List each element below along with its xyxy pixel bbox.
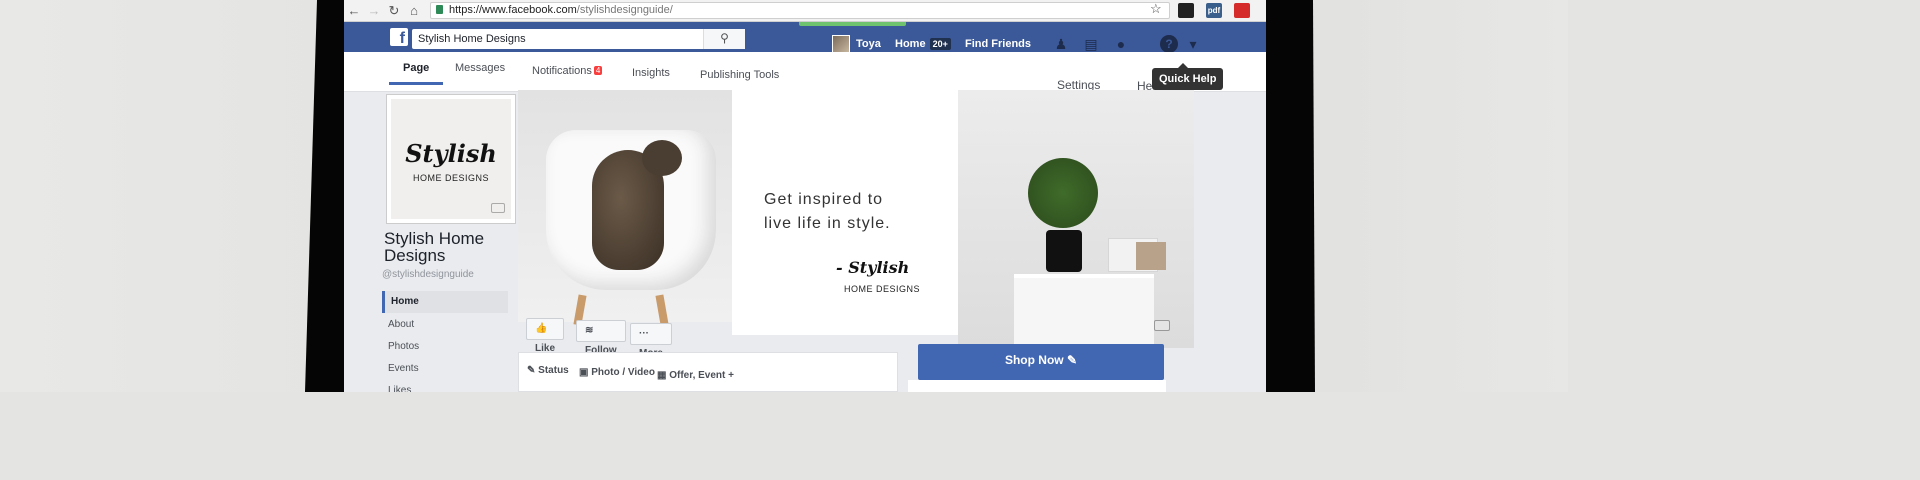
side-table-shape bbox=[1014, 274, 1154, 344]
offer-event-label: Offer, Event + bbox=[669, 370, 734, 381]
red-extension-icon[interactable] bbox=[1234, 3, 1250, 18]
tab-publishing-tools[interactable]: Publishing Tools bbox=[700, 69, 779, 81]
search-input[interactable]: Stylish Home Designs ⚲ bbox=[412, 29, 745, 49]
page-handle[interactable]: @stylishdesignguide bbox=[382, 269, 474, 280]
left-column: Stylish HOME DESIGNS Stylish Home Design… bbox=[374, 92, 516, 392]
bonsai-shape bbox=[1028, 158, 1098, 228]
home-icon[interactable]: ⌂ bbox=[404, 3, 424, 18]
avatar[interactable] bbox=[832, 35, 850, 53]
offer-event-tab[interactable]: ▦ Offer, Event + bbox=[657, 370, 734, 381]
page-tabs: Page Messages Notifications 4 Insights Pu… bbox=[344, 52, 1266, 93]
wall-background-right bbox=[1293, 0, 1568, 392]
home-label: Home bbox=[895, 38, 926, 50]
cover-quote-panel: Get inspired to live life in style. - St… bbox=[732, 90, 958, 335]
status-label: Status bbox=[538, 365, 569, 376]
facebook-logo-icon[interactable]: f bbox=[390, 28, 408, 46]
url-host: https://www.facebook.com bbox=[449, 4, 577, 16]
chair-leg bbox=[655, 294, 669, 326]
profile-logo-sub: HOME DESIGNS bbox=[412, 173, 489, 183]
photo-video-tab[interactable]: ▣ Photo / Video bbox=[579, 367, 655, 378]
left-nav-likes[interactable]: Likes bbox=[382, 380, 508, 392]
notifications-label: Notifications bbox=[532, 65, 592, 77]
cover-photo[interactable]: Get inspired to live life in style. - St… bbox=[518, 90, 1194, 348]
shop-now-button[interactable]: Shop Now ✎ bbox=[918, 344, 1164, 380]
shop-now-label: Shop Now bbox=[1004, 353, 1064, 367]
quote-signature-sub: HOME DESIGNS bbox=[844, 284, 921, 294]
cat-head-shape bbox=[642, 140, 682, 176]
post-composer: ✎ Status ▣ Photo / Video ▦ Offer, Event … bbox=[518, 352, 898, 392]
status-tab[interactable]: ✎ Status bbox=[527, 365, 569, 376]
home-badge: 20+ bbox=[929, 38, 951, 50]
more-button[interactable]: ··· More ▾ bbox=[630, 323, 672, 379]
left-nav-home[interactable]: Home bbox=[382, 291, 508, 313]
bookmark-star-icon[interactable]: ☆ bbox=[1150, 1, 1162, 17]
camera-icon[interactable] bbox=[491, 203, 505, 213]
profile-logo-script: Stylish bbox=[405, 139, 497, 168]
camera-icon[interactable] bbox=[1154, 320, 1170, 331]
page-title: Stylish Home Designs bbox=[384, 229, 485, 265]
profile-link[interactable]: Toya bbox=[856, 38, 881, 50]
profile-picture-image: Stylish HOME DESIGNS bbox=[391, 99, 511, 219]
monitor-screen: ← → ↻ ⌂ https://www.facebook.com/stylish… bbox=[344, 0, 1266, 392]
quote-line-1: Get inspired to bbox=[764, 191, 884, 208]
tab-notifications[interactable]: Notifications 4 bbox=[532, 65, 603, 77]
find-friends-link[interactable]: Find Friends bbox=[965, 38, 1031, 50]
search-icon[interactable]: ⚲ bbox=[703, 29, 745, 49]
pot-shape bbox=[1046, 230, 1082, 272]
quote-signature: - Stylish bbox=[836, 258, 910, 277]
address-bar[interactable]: https://www.facebook.com/stylishdesigngu… bbox=[430, 2, 1170, 19]
quote-line-2: live life in style. bbox=[764, 215, 891, 232]
follow-button[interactable]: ≋ Follow bbox=[576, 320, 626, 356]
notifications-badge: 4 bbox=[593, 66, 603, 75]
quick-help-tooltip: Quick Help bbox=[1152, 63, 1224, 90]
left-nav-about[interactable]: About bbox=[382, 314, 508, 336]
friend-requests-icon[interactable]: ♟ bbox=[1052, 36, 1070, 52]
forward-icon[interactable]: → bbox=[364, 3, 384, 18]
pencil-icon[interactable]: ✎ bbox=[1067, 353, 1077, 367]
help-icon[interactable]: ? bbox=[1160, 35, 1178, 53]
box-shape bbox=[1136, 242, 1166, 270]
browser-toolbar: ← → ↻ ⌂ https://www.facebook.com/stylish… bbox=[344, 0, 1266, 22]
tab-messages[interactable]: Messages bbox=[455, 62, 505, 74]
photo-video-label: Photo / Video bbox=[591, 367, 655, 378]
cover-plant-image bbox=[958, 90, 1194, 348]
url-path: /stylishdesignguide/ bbox=[576, 4, 673, 16]
cover-cat-image bbox=[518, 90, 732, 326]
right-column-card bbox=[908, 380, 1166, 392]
profile-picture[interactable]: Stylish HOME DESIGNS bbox=[386, 94, 516, 224]
chevron-down-icon[interactable]: ▾ bbox=[1184, 36, 1202, 52]
messages-icon[interactable]: ▤ bbox=[1082, 36, 1100, 52]
globe-icon[interactable]: ● bbox=[1112, 36, 1130, 52]
left-nav-events[interactable]: Events bbox=[382, 358, 508, 380]
loading-indicator bbox=[799, 22, 906, 26]
left-nav-photos[interactable]: Photos bbox=[382, 336, 508, 358]
reload-icon[interactable]: ↻ bbox=[384, 3, 404, 19]
home-link[interactable]: Home 20+ bbox=[895, 38, 951, 50]
quote-text: Get inspired to live life in style. bbox=[764, 188, 891, 236]
like-button[interactable]: 👍 Like bbox=[526, 318, 565, 354]
tab-page[interactable]: Page bbox=[388, 62, 444, 85]
pdf-extension-icon[interactable]: pdf bbox=[1206, 3, 1222, 18]
owl-extension-icon[interactable] bbox=[1178, 3, 1194, 18]
lock-icon bbox=[436, 5, 443, 14]
tab-insights[interactable]: Insights bbox=[632, 67, 670, 79]
back-icon[interactable]: ← bbox=[344, 3, 364, 18]
search-value: Stylish Home Designs bbox=[418, 33, 526, 45]
